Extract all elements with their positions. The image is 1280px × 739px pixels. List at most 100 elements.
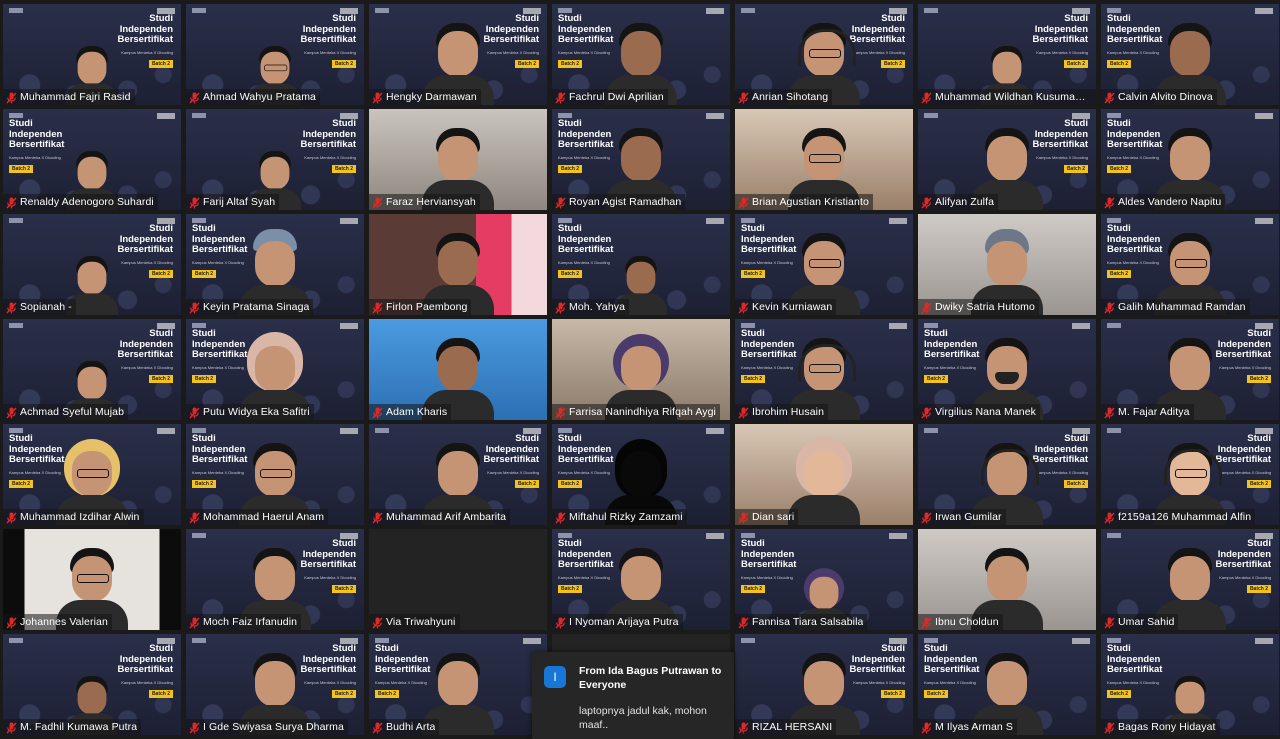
video-face <box>987 661 1027 707</box>
participant-name: Fannisa Tiara Salsabila <box>752 616 864 628</box>
participant-tile[interactable]: Studi Independen Bersertifikat Kampus Merde… <box>735 529 913 630</box>
participant-tile[interactable]: Studi Independen Bersertifikat Kampus Merde… <box>3 424 181 525</box>
video-face <box>77 261 107 295</box>
participant-tile[interactable]: Studi Independen Bersertifikat Kampus Merde… <box>552 109 730 210</box>
participant-tile[interactable]: Studi Independen Bersertifikat Kampus Merde… <box>186 109 364 210</box>
participant-tile[interactable]: Studi Independen Bersertifikat Kampus Merde… <box>1101 109 1279 210</box>
participant-name-bar: Umar Sahid <box>1101 614 1179 630</box>
participant-tile[interactable]: Studi Independen Bersertifikat Kampus Merde… <box>918 319 1096 420</box>
participant-tile[interactable]: Studi Independen Bersertifikat Kampus Merde… <box>918 109 1096 210</box>
participant-tile[interactable]: Studi Independen Bersertifikat Kampus Merde… <box>186 319 364 420</box>
participant-tile[interactable]: Dian sari <box>735 424 913 525</box>
participant-tile[interactable]: Studi Independen Bersertifikat Kampus Merde… <box>369 634 547 735</box>
mic-muted-icon <box>1104 301 1115 314</box>
participant-name: Adam Kharis <box>386 406 448 418</box>
participant-tile[interactable]: Studi Independen Bersertifikat Kampus Merde… <box>1101 4 1279 105</box>
participant-name-bar: Johannes Valerian <box>3 614 112 630</box>
chat-notification[interactable]: I From Ida Bagus Putrawan to Everyone la… <box>532 652 734 739</box>
participant-tile[interactable]: Farrisa Nanindhiya Rifqah Aygi <box>552 319 730 420</box>
participant-tile[interactable]: Dwiky Satria Hutomo <box>918 214 1096 315</box>
mic-muted-icon <box>189 616 200 629</box>
participant-tile[interactable]: Studi Independen Bersertifikat Kampus Merde… <box>735 319 913 420</box>
participant-tile[interactable]: Studi Independen Bersertifikat Kampus Merde… <box>552 424 730 525</box>
background-title-line: Bersertifikat <box>117 349 173 360</box>
mic-muted-icon <box>189 91 200 104</box>
participant-tile[interactable]: Studi Independen Bersertifikat Kampus Merde… <box>918 424 1096 525</box>
participant-tile[interactable]: Studi Independen Bersertifikat Kampus Merde… <box>186 4 364 105</box>
participant-name: Moch Faiz Irfanudin <box>203 616 298 628</box>
kampus-merdeka-logo <box>889 218 907 224</box>
participant-tile[interactable]: Studi Independen Bersertifikat Kampus Merde… <box>1101 214 1279 315</box>
participant-tile[interactable]: Studi Independen Bersertifikat Kampus Merde… <box>735 4 913 105</box>
video-face <box>255 241 295 287</box>
participant-tile[interactable]: Studi Independen Bersertifikat Kampus Merde… <box>552 214 730 315</box>
batch-tag: Batch 2 <box>924 690 949 698</box>
participant-name-bar: Farrisa Nanindhiya Rifqah Aygi <box>552 404 720 420</box>
mic-muted-icon <box>6 721 17 734</box>
participant-name: Johannes Valerian <box>20 616 108 628</box>
participant-name: Muhammad Wildhan Kusumawa... <box>935 91 1092 103</box>
background-title-line: Bersertifikat <box>558 244 614 255</box>
participant-tile[interactable]: Studi Independen Bersertifikat Kampus Merde… <box>3 319 181 420</box>
participant-tile[interactable]: Studi Independen Bersertifikat Kampus Merde… <box>918 4 1096 105</box>
background-subtitle: Kampus Merdeka X Dicoding <box>741 574 793 580</box>
participant-tile[interactable]: Via Triwahyuni <box>369 529 547 630</box>
participant-name-bar: M. Fajar Aditya <box>1101 404 1194 420</box>
mic-muted-icon <box>738 301 749 314</box>
participant-tile[interactable]: Studi Independen Bersertifikat Kampus Merde… <box>735 634 913 735</box>
mic-muted-icon <box>189 301 200 314</box>
participant-tile[interactable]: Studi Independen Bersertifikat Kampus Merde… <box>3 214 181 315</box>
mic-muted-icon <box>555 196 566 209</box>
participant-tile[interactable]: Johannes Valerian <box>3 529 181 630</box>
video-face <box>621 451 661 497</box>
mic-muted-icon <box>921 616 932 629</box>
participant-tile[interactable]: Studi Independen Bersertifikat Kampus Merde… <box>369 424 547 525</box>
participant-tile[interactable]: Studi Independen Bersertifikat Kampus Merde… <box>918 634 1096 735</box>
video-face <box>77 366 107 400</box>
batch-tag: Batch 2 <box>192 375 217 383</box>
mic-muted-icon <box>372 301 383 314</box>
participant-tile[interactable]: Studi Independen Bersertifikat Kampus Merde… <box>369 4 547 105</box>
participant-name-bar: Fachrul Dwi Aprilian <box>552 89 668 105</box>
participant-tile[interactable]: Studi Independen Bersertifikat Kampus Merde… <box>3 4 181 105</box>
participant-name-bar: Kevin Kurniawan <box>735 299 837 315</box>
participant-name-bar: Dian sari <box>735 509 799 525</box>
dicoding-logo <box>375 428 389 433</box>
participant-tile[interactable]: Studi Independen Bersertifikat Kampus Merde… <box>552 4 730 105</box>
dicoding-logo <box>1107 533 1121 538</box>
participant-tile[interactable]: Studi Independen Bersertifikat Kampus Merde… <box>186 634 364 735</box>
participant-name-bar: Ibnu Choldun <box>918 614 1003 630</box>
participant-tile[interactable]: Studi Independen Bersertifikat Kampus Merde… <box>3 109 181 210</box>
participant-tile[interactable]: Studi Independen Bersertifikat Kampus Merde… <box>186 529 364 630</box>
virtual-background-title: Studi Independen Bersertifikat Kampus Merde… <box>118 13 173 69</box>
participant-tile[interactable]: Studi Independen Bersertifikat Kampus Merde… <box>1101 529 1279 630</box>
participant-tile[interactable]: Firlon Paembong <box>369 214 547 315</box>
background-subtitle: Kampus Merdeka X Dicoding <box>121 259 173 265</box>
participant-tile[interactable]: Adam Kharis <box>369 319 547 420</box>
participant-tile[interactable]: Studi Independen Bersertifikat Kampus Merde… <box>552 529 730 630</box>
mic-muted-icon <box>6 91 17 104</box>
participant-tile[interactable]: Studi Independen Bersertifikat Kampus Merde… <box>3 634 181 735</box>
participant-tile[interactable]: Brian Agustian Kristianto <box>735 109 913 210</box>
video-face <box>260 156 290 190</box>
batch-tag: Batch 2 <box>148 375 173 383</box>
participant-tile[interactable]: Studi Independen Bersertifikat Kampus Merde… <box>735 214 913 315</box>
participant-tile[interactable]: Studi Independen Bersertifikat Kampus Merde… <box>186 214 364 315</box>
participant-tile[interactable]: Faraz Herviansyah <box>369 109 547 210</box>
participant-tile[interactable]: Studi Independen Bersertifikat Kampus Merde… <box>1101 634 1279 735</box>
kampus-merdeka-logo <box>706 8 724 14</box>
mic-muted-icon <box>738 721 749 734</box>
participant-tile[interactable]: Studi Independen Bersertifikat Kampus Merde… <box>1101 424 1279 525</box>
background-title-line: Bersertifikat <box>117 664 173 675</box>
background-subtitle: Kampus Merdeka X Dicoding <box>121 364 173 370</box>
participant-name: Irwan Gumilar <box>935 511 1002 523</box>
batch-tag: Batch 2 <box>1063 480 1088 488</box>
batch-tag: Batch 2 <box>741 375 766 383</box>
virtual-background-title: Studi Independen Bersertifikat Kampus Merde… <box>741 538 796 594</box>
participant-tile[interactable]: Ibnu Choldun <box>918 529 1096 630</box>
participant-name: Muhammad Arif Ambarita <box>386 511 507 523</box>
virtual-background-title: Studi Independen Bersertifikat Kampus Merde… <box>118 223 173 279</box>
batch-tag: Batch 2 <box>558 270 583 278</box>
participant-tile[interactable]: Studi Independen Bersertifikat Kampus Merde… <box>1101 319 1279 420</box>
participant-tile[interactable]: Studi Independen Bersertifikat Kampus Merde… <box>186 424 364 525</box>
